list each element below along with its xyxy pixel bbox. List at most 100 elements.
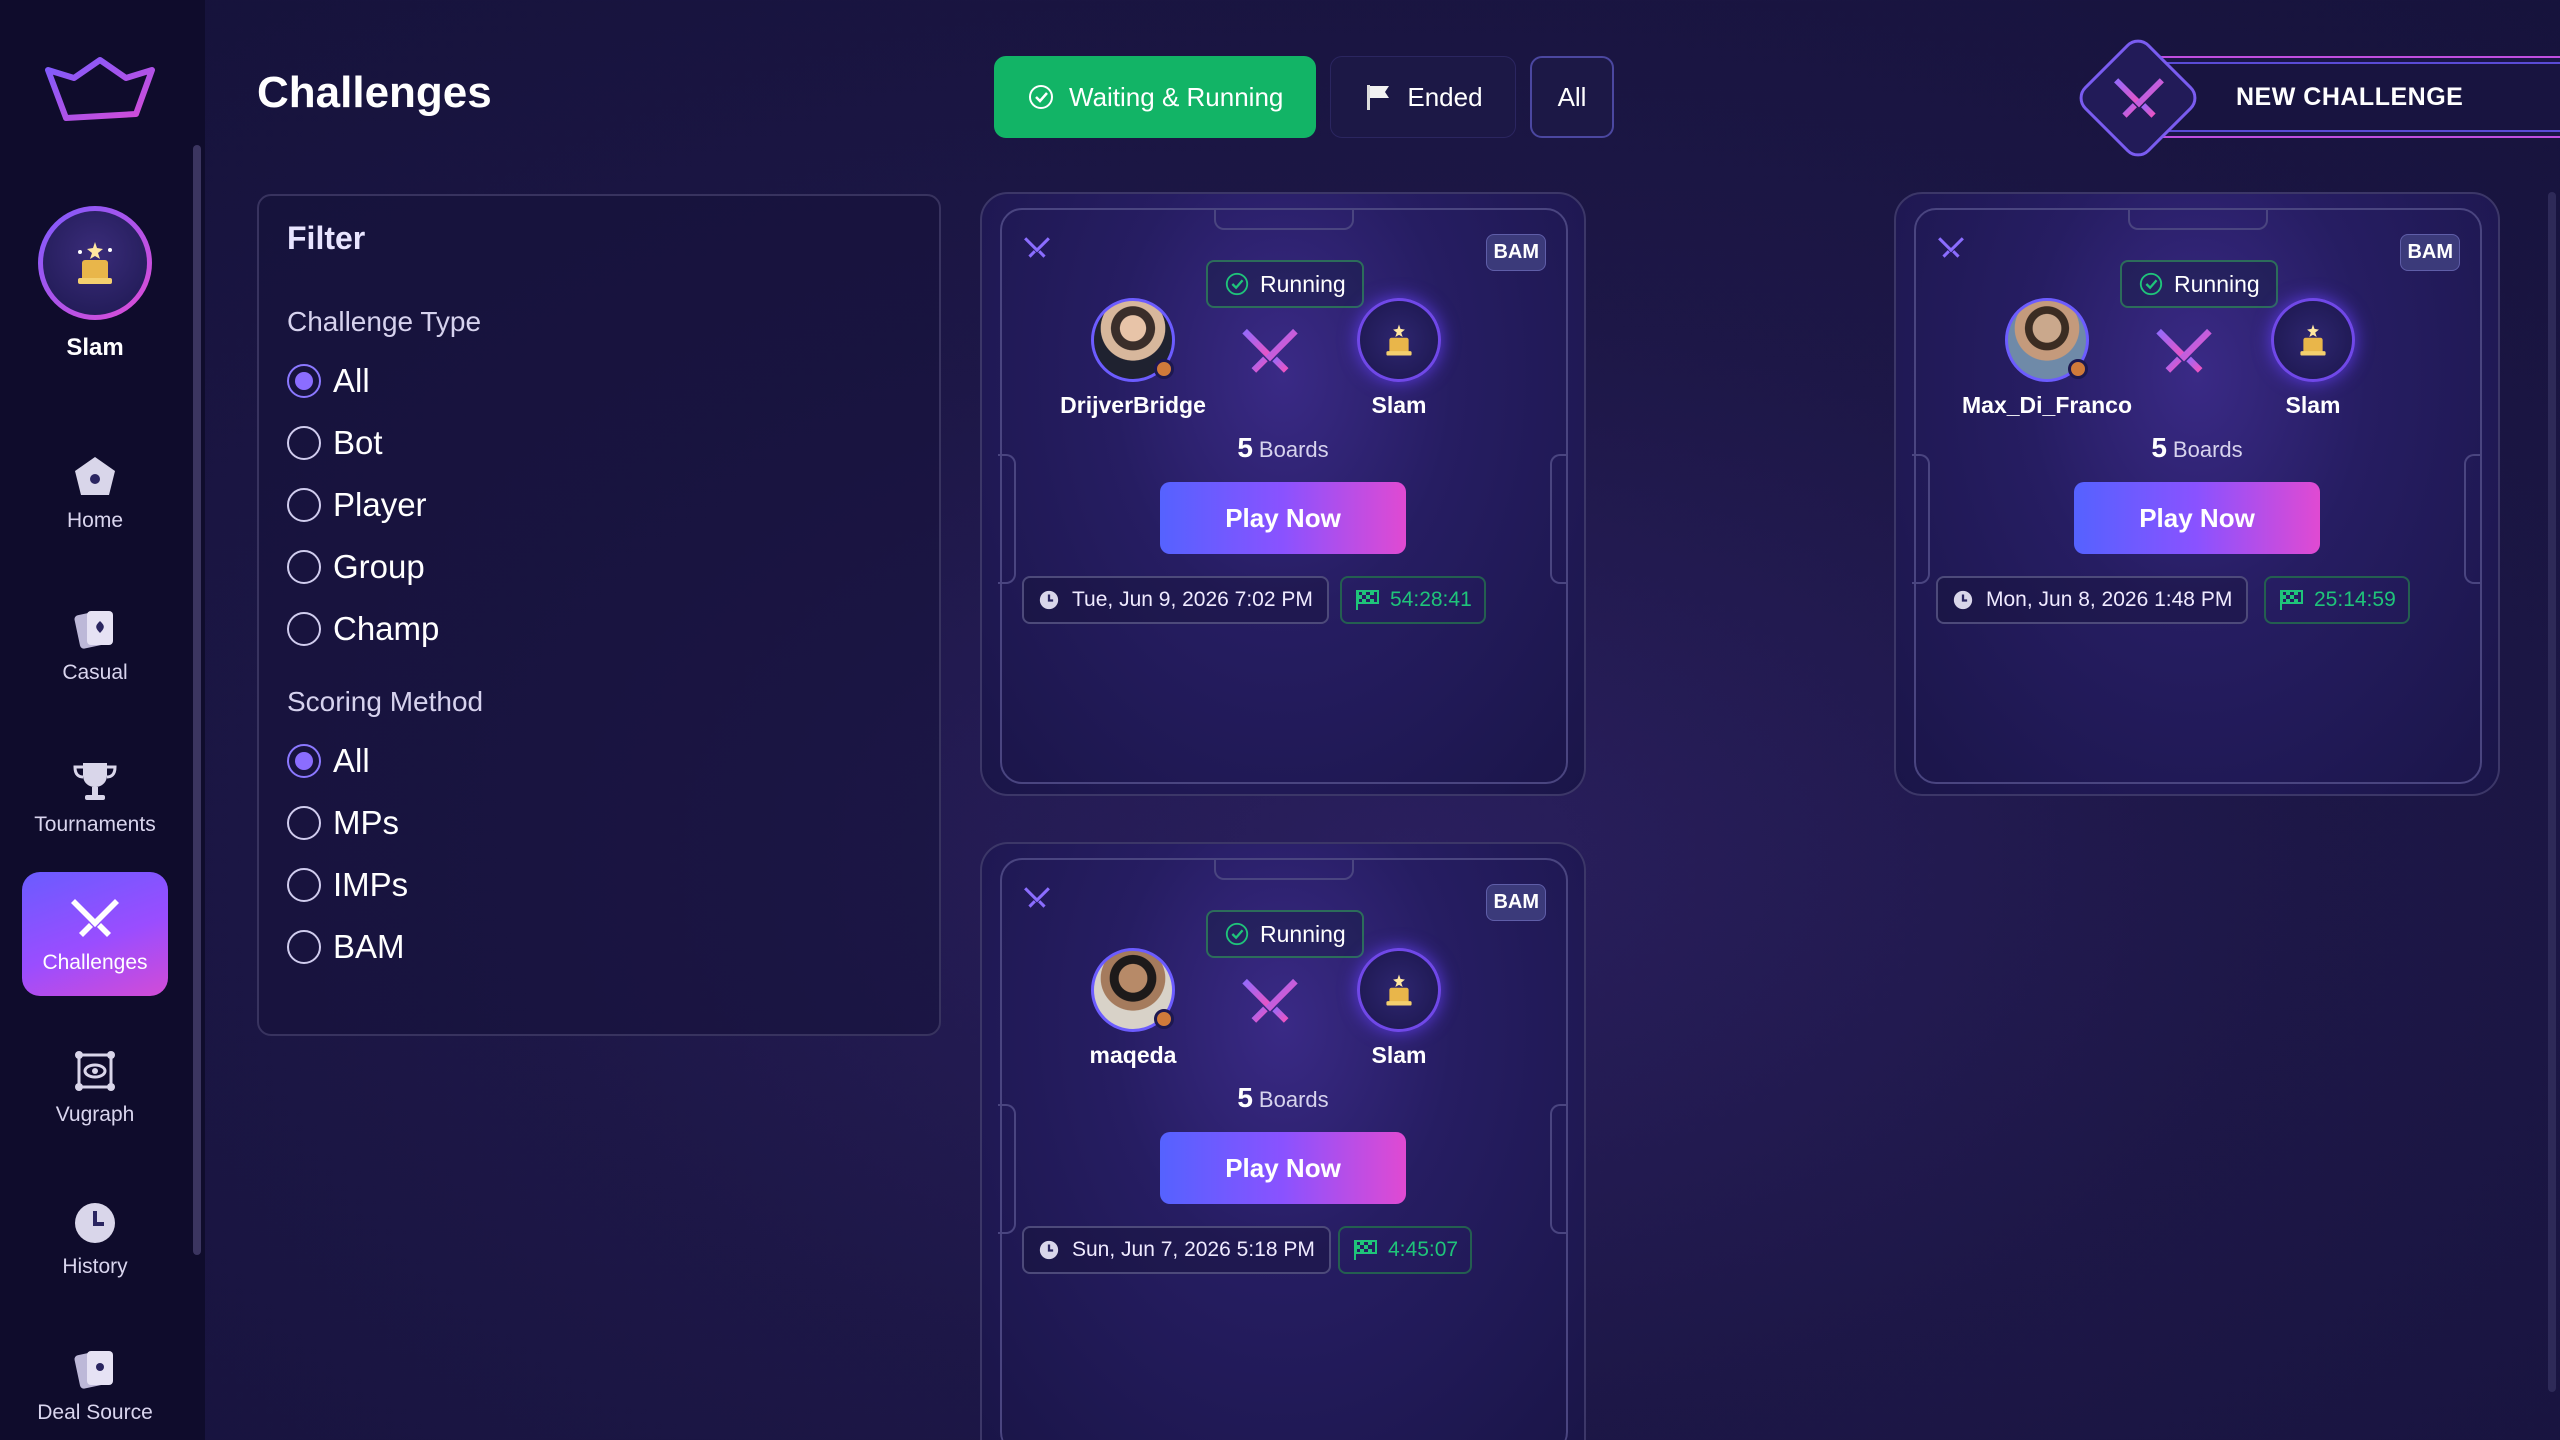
radio-scoring-mps[interactable]: MPs bbox=[287, 804, 399, 842]
radio-challenge-champ[interactable]: Champ bbox=[287, 610, 439, 648]
radio-button[interactable] bbox=[287, 806, 321, 840]
check-circle-icon bbox=[1029, 85, 1053, 109]
avatar[interactable] bbox=[1357, 298, 1441, 382]
date-chip: Sun, Jun 7, 2026 5:18 PM bbox=[1022, 1226, 1331, 1274]
challenge-card: BAM Running DrijverBridge Slam 5 Boards P… bbox=[980, 192, 1586, 796]
radio-button[interactable] bbox=[287, 364, 321, 398]
player-name: DrijverBridge bbox=[1060, 392, 1206, 418]
challenge-card: BAM Running Max_Di_Franco Slam 5 Boards P… bbox=[1894, 192, 2500, 796]
scoring-badge: BAM bbox=[2400, 234, 2460, 271]
status-label: Running bbox=[1260, 920, 1346, 947]
radio-scoring-bam[interactable]: BAM bbox=[287, 928, 405, 966]
player-2[interactable]: Slam bbox=[2228, 298, 2398, 419]
tab-label: Ended bbox=[1407, 81, 1483, 112]
trophy-icon bbox=[73, 763, 117, 800]
sidebar-item-deal-source[interactable]: Deal Source bbox=[22, 1328, 168, 1440]
radio-label: Group bbox=[333, 548, 425, 585]
tab-all[interactable]: All bbox=[1529, 56, 1615, 138]
sidebar-item-label: Tournaments bbox=[34, 813, 156, 836]
page-title: Challenges bbox=[257, 68, 492, 117]
swords-icon bbox=[1242, 978, 1298, 1023]
avatar[interactable] bbox=[1357, 948, 1441, 1032]
magic-hat-icon bbox=[78, 242, 112, 284]
avatar[interactable] bbox=[38, 206, 152, 320]
status-dot bbox=[2068, 359, 2088, 379]
clock-icon bbox=[1039, 590, 1059, 610]
sidebar-item-casual[interactable]: Casual bbox=[22, 582, 168, 706]
avatar[interactable] bbox=[1091, 298, 1175, 382]
tab-label: Waiting & Running bbox=[1069, 81, 1284, 112]
timer-text: 4:45:07 bbox=[1388, 1238, 1459, 1261]
player-2[interactable]: Slam bbox=[1314, 948, 1484, 1069]
timer-chip: 4:45:07 bbox=[1338, 1226, 1473, 1274]
radio-label: Player bbox=[333, 486, 427, 523]
sidebar-item-label: Casual bbox=[62, 661, 128, 684]
boards-count: 5 Boards bbox=[1237, 1082, 1329, 1113]
swords-icon bbox=[2156, 328, 2212, 373]
player-name: Slam bbox=[2285, 392, 2341, 418]
avatar[interactable] bbox=[2005, 298, 2089, 382]
play-now-button[interactable]: Play Now bbox=[1160, 482, 1406, 554]
avatar[interactable] bbox=[2271, 298, 2355, 382]
radio-button[interactable] bbox=[287, 488, 321, 522]
cards-icon bbox=[74, 1351, 113, 1389]
sidebar-scrollbar[interactable] bbox=[193, 145, 201, 1255]
radio-challenge-group[interactable]: Group bbox=[287, 548, 425, 586]
player-2[interactable]: Slam bbox=[1314, 298, 1484, 419]
magic-hat-icon bbox=[2300, 324, 2326, 356]
radio-scoring-all[interactable]: All bbox=[287, 742, 370, 780]
check-circle-icon bbox=[2139, 272, 2163, 296]
sidebar-item-tournaments[interactable]: Tournaments bbox=[22, 734, 168, 858]
radio-challenge-all[interactable]: All bbox=[287, 362, 370, 400]
magic-hat-icon bbox=[1386, 974, 1412, 1006]
scoring-badge: BAM bbox=[1486, 884, 1546, 921]
radio-button[interactable] bbox=[287, 868, 321, 902]
radio-label: All bbox=[333, 362, 370, 399]
tab-ended[interactable]: Ended bbox=[1330, 56, 1516, 138]
radio-scoring-imps[interactable]: IMPs bbox=[287, 866, 408, 904]
radio-challenge-bot[interactable]: Bot bbox=[287, 424, 383, 462]
play-now-button[interactable]: Play Now bbox=[1160, 1132, 1406, 1204]
profile[interactable]: Slam bbox=[38, 206, 152, 362]
crown-logo-icon[interactable] bbox=[44, 56, 156, 122]
date-chip: Mon, Jun 8, 2026 1:48 PM bbox=[1936, 576, 2249, 624]
status-dot bbox=[1154, 1009, 1174, 1029]
radio-button[interactable] bbox=[287, 550, 321, 584]
player-1[interactable]: maqeda bbox=[1048, 948, 1218, 1069]
radio-button[interactable] bbox=[287, 426, 321, 460]
radio-label: All bbox=[333, 742, 370, 779]
cards-icon bbox=[74, 611, 113, 649]
flag-icon bbox=[1367, 85, 1390, 110]
swords-icon bbox=[71, 899, 119, 937]
swords-icon bbox=[1024, 887, 1050, 908]
radio-challenge-player[interactable]: Player bbox=[287, 486, 427, 524]
new-challenge-button[interactable]: NEW CHALLENGE bbox=[2072, 32, 2560, 164]
radio-label: Bot bbox=[333, 424, 383, 461]
timer-chip: 25:14:59 bbox=[2264, 576, 2410, 624]
swords-icon bbox=[2114, 78, 2164, 118]
sidebar-item-label: Challenges bbox=[42, 951, 148, 974]
player-1[interactable]: Max_Di_Franco bbox=[1962, 298, 2132, 419]
player-1[interactable]: DrijverBridge bbox=[1048, 298, 1218, 419]
challenge-card: BAM Running maqeda Slam 5 Boards Play Now… bbox=[980, 842, 1586, 1440]
tab-waiting-running[interactable]: Waiting & Running bbox=[994, 56, 1317, 138]
avatar[interactable] bbox=[1091, 948, 1175, 1032]
sidebar-item-home[interactable]: Home bbox=[22, 430, 168, 554]
date-text: Tue, Jun 9, 2026 7:02 PM bbox=[1072, 588, 1313, 611]
sidebar-item-vugraph[interactable]: Vugraph bbox=[22, 1024, 168, 1148]
scoring-badge: BAM bbox=[1486, 234, 1546, 271]
radio-button[interactable] bbox=[287, 612, 321, 646]
radio-button[interactable] bbox=[287, 744, 321, 778]
sidebar-item-label: Home bbox=[66, 509, 124, 532]
radio-button[interactable] bbox=[287, 930, 321, 964]
sidebar-item-history[interactable]: History bbox=[22, 1176, 168, 1300]
profile-name: Slam bbox=[66, 334, 124, 361]
sidebar-item-challenges[interactable]: Challenges bbox=[22, 872, 168, 996]
play-now-button[interactable]: Play Now bbox=[2074, 482, 2320, 554]
finish-flag-icon bbox=[2280, 590, 2303, 610]
page-scrollbar[interactable] bbox=[2548, 192, 2556, 1392]
scoring-method-label: Scoring Method bbox=[287, 686, 484, 717]
magic-hat-icon bbox=[1386, 324, 1412, 356]
timer-chip: 54:28:41 bbox=[1340, 576, 1486, 624]
sidebar-item-label: History bbox=[62, 1255, 128, 1278]
